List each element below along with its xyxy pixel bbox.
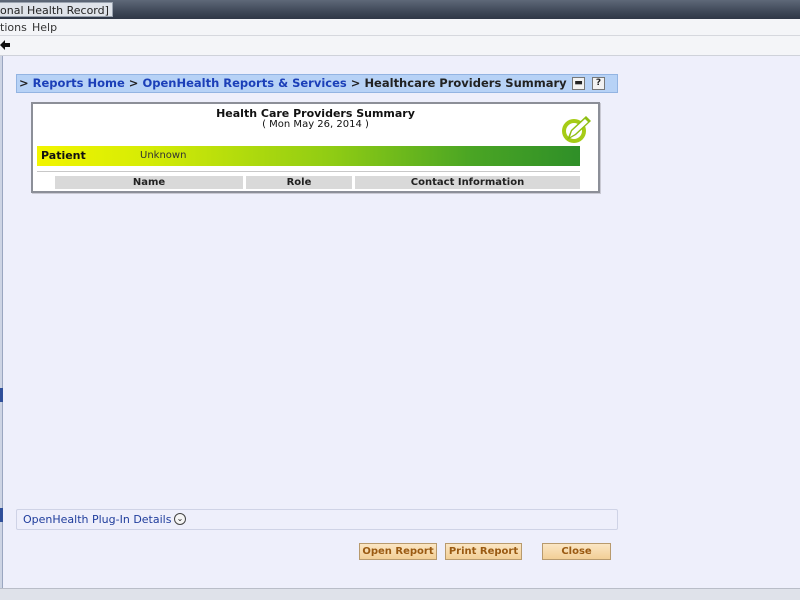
breadcrumb-separator: > <box>128 76 139 90</box>
toolbar <box>0 36 800 56</box>
close-button[interactable]: Close <box>542 543 611 560</box>
status-bar <box>0 588 800 600</box>
breadcrumb-current-page: Healthcare Providers Summary <box>364 76 567 90</box>
report-card: Health Care Providers Summary ( Mon May … <box>31 102 600 193</box>
left-window-edge <box>0 56 3 588</box>
left-edge-marker <box>0 508 3 522</box>
breadcrumb-openhealth-reports[interactable]: OpenHealth Reports & Services <box>142 76 346 90</box>
patient-value: Unknown <box>140 150 187 161</box>
providers-table-header: Name Role Contact Information <box>37 171 580 189</box>
collapse-button[interactable]: ▬ <box>572 77 585 90</box>
breadcrumb-reports-home[interactable]: Reports Home <box>33 76 125 90</box>
breadcrumb-prefix: > <box>19 76 29 90</box>
breadcrumb: > Reports Home > OpenHealth Reports & Se… <box>16 74 618 93</box>
window-titlebar: onal Health Record] <box>0 0 800 19</box>
column-header-contact: Contact Information <box>355 176 580 189</box>
left-edge-marker <box>0 388 3 402</box>
report-date: ( Mon May 26, 2014 ) <box>262 119 369 130</box>
breadcrumb-separator: > <box>350 76 361 90</box>
patient-label: Patient <box>41 149 86 162</box>
column-header-role: Role <box>246 176 352 189</box>
patient-bar: Patient Unknown <box>37 146 580 166</box>
back-arrow-icon[interactable] <box>0 39 10 51</box>
window-title: onal Health Record] <box>0 2 113 17</box>
help-button[interactable]: ? <box>592 77 605 90</box>
leaf-edit-icon <box>562 116 591 143</box>
open-report-button[interactable]: Open Report <box>359 543 437 560</box>
expand-icon[interactable]: ⌄ <box>174 513 186 525</box>
menu-help[interactable]: Help <box>32 21 57 34</box>
plugin-details-label[interactable]: OpenHealth Plug-In Details <box>23 513 171 526</box>
print-report-button[interactable]: Print Report <box>445 543 522 560</box>
column-header-name: Name <box>55 176 243 189</box>
plugin-details-section: OpenHealth Plug-In Details ⌄ <box>16 509 618 530</box>
menu-options[interactable]: tions <box>0 21 27 34</box>
menu-bar: tions Help <box>0 19 800 36</box>
